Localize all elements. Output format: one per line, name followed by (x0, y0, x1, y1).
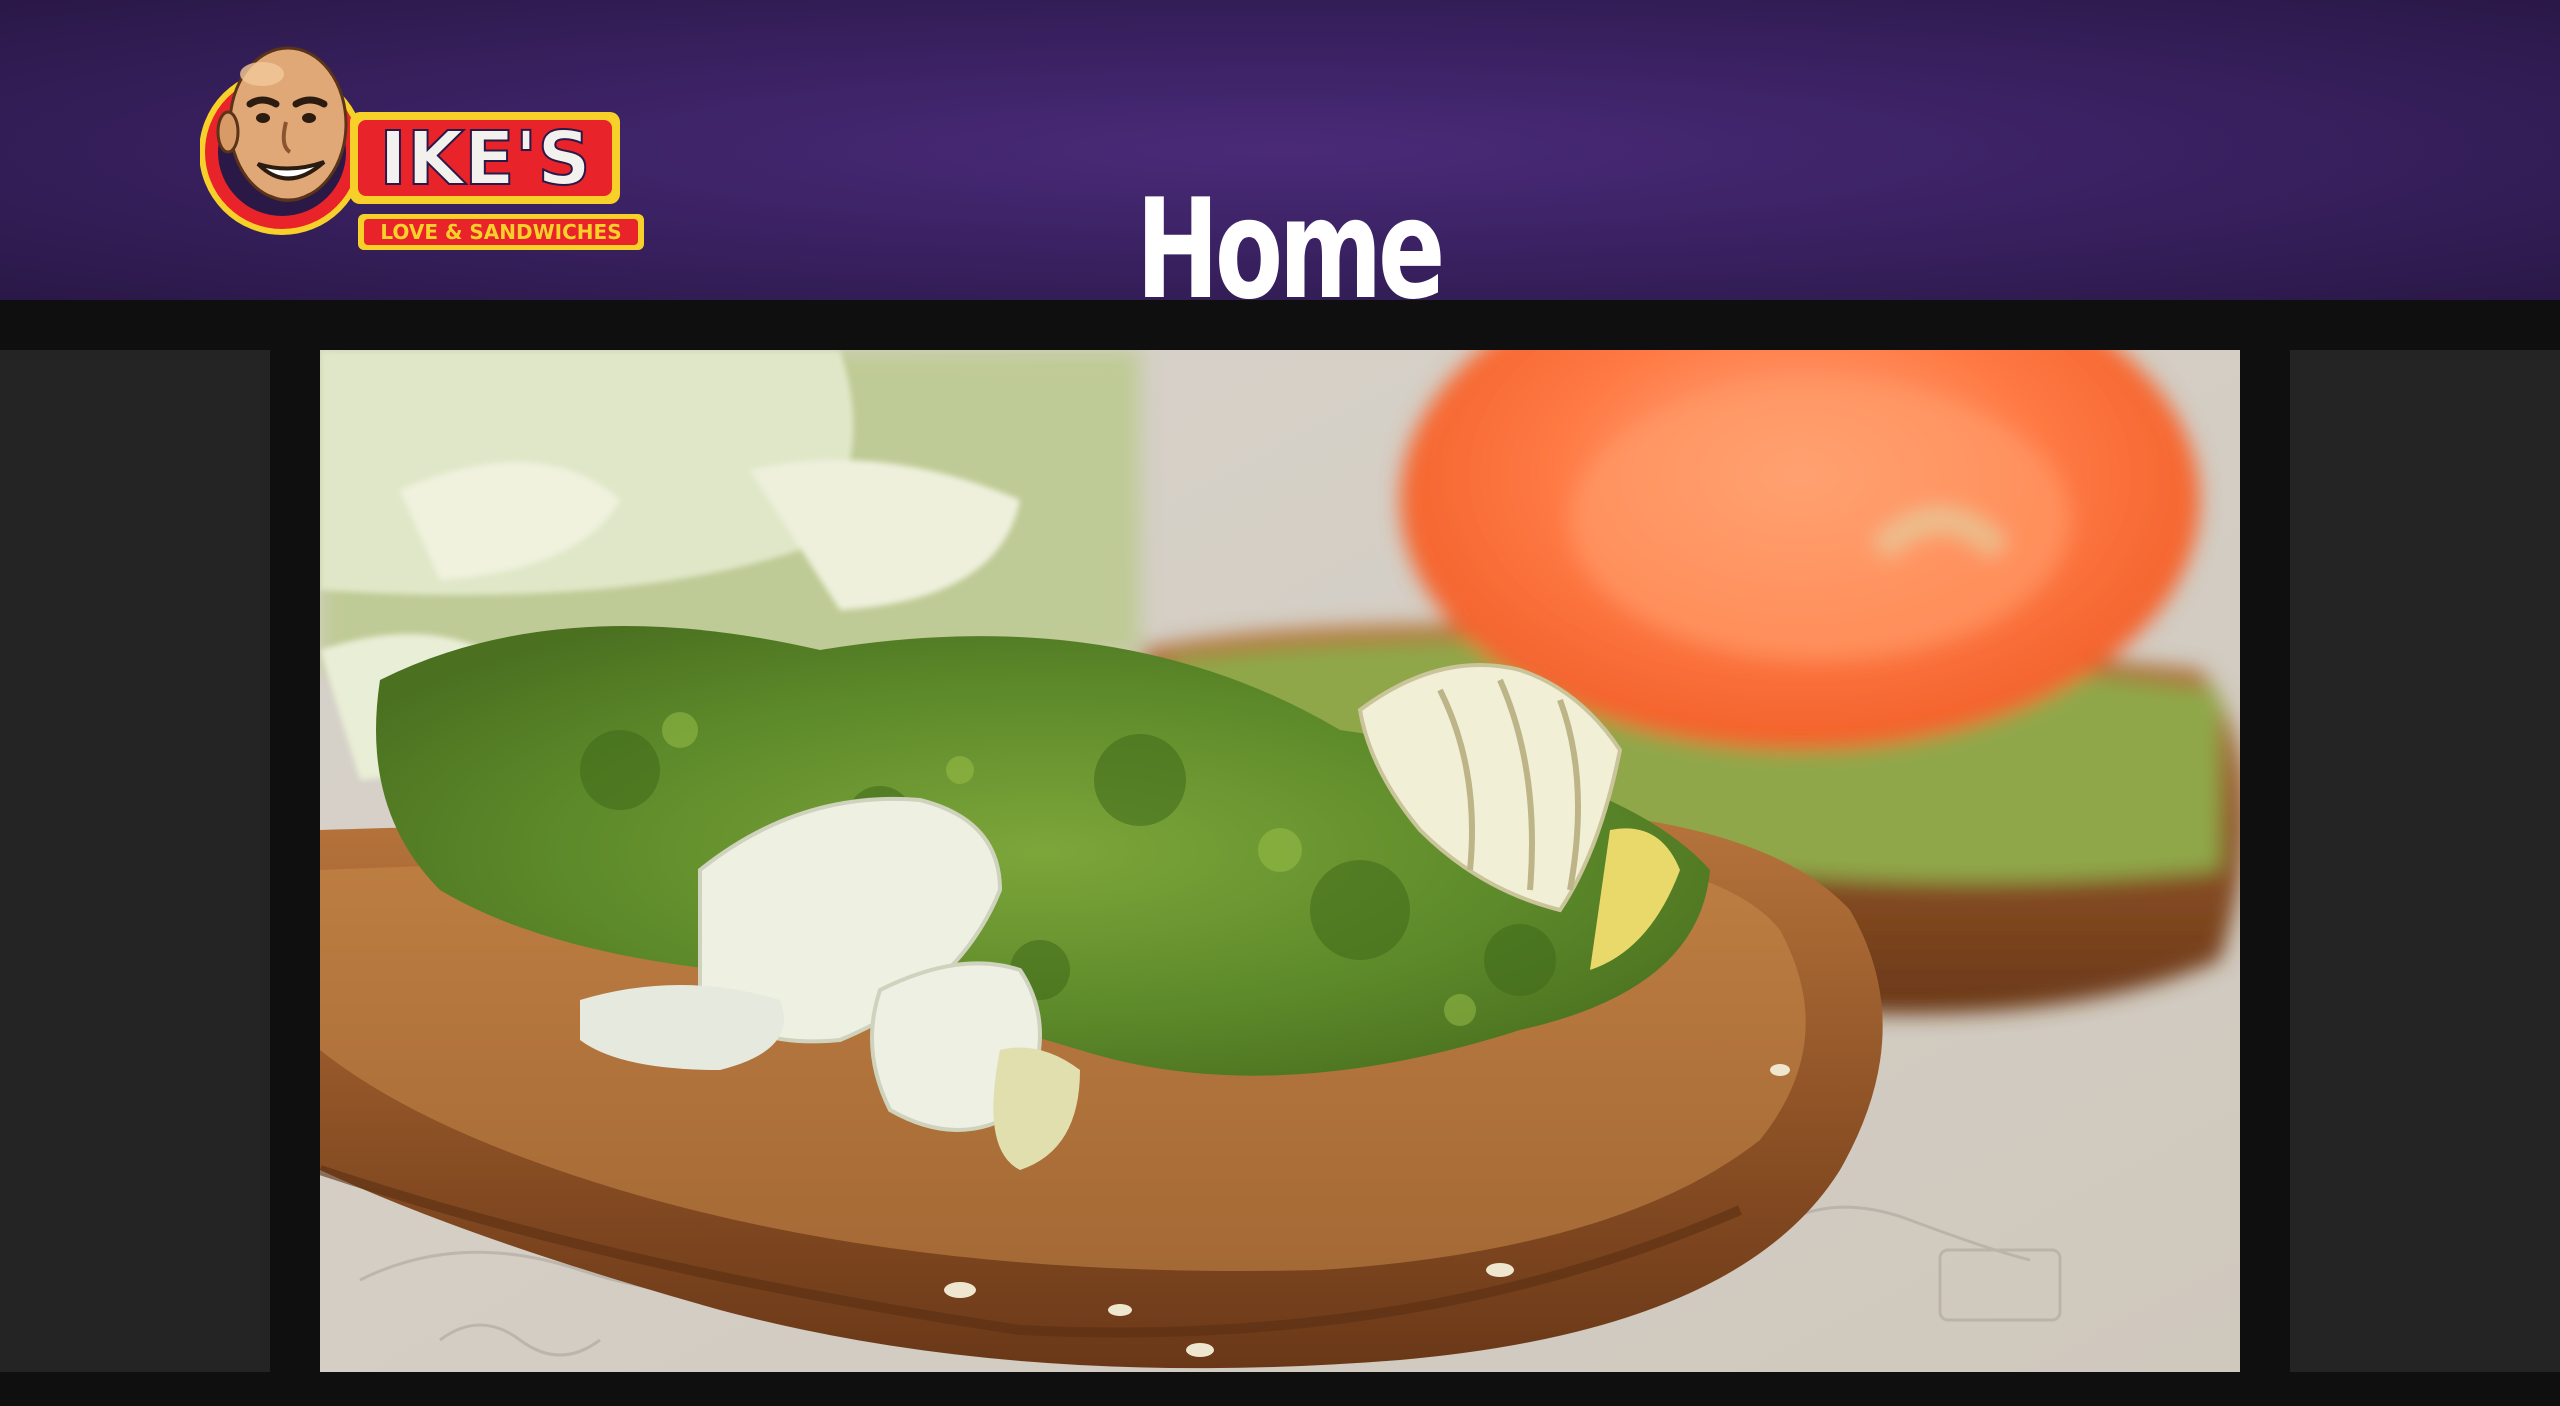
ikes-logo-icon: IKE'S LOVE & SANDWICHES (199, 46, 644, 250)
hero-stage (0, 300, 2560, 1406)
sandwich-photo (320, 350, 2240, 1372)
logo-tagline: LOVE & SANDWICHES (380, 220, 621, 244)
site-header: IKE'S LOVE & SANDWICHES Home (0, 0, 2560, 330)
carousel-side-right (2290, 350, 2560, 1372)
logo-wordmark: IKE'S (379, 116, 590, 202)
hero-image (320, 350, 2240, 1372)
carousel-side-left (0, 350, 270, 1372)
ikes-logo[interactable]: IKE'S LOVE & SANDWICHES (199, 34, 650, 264)
